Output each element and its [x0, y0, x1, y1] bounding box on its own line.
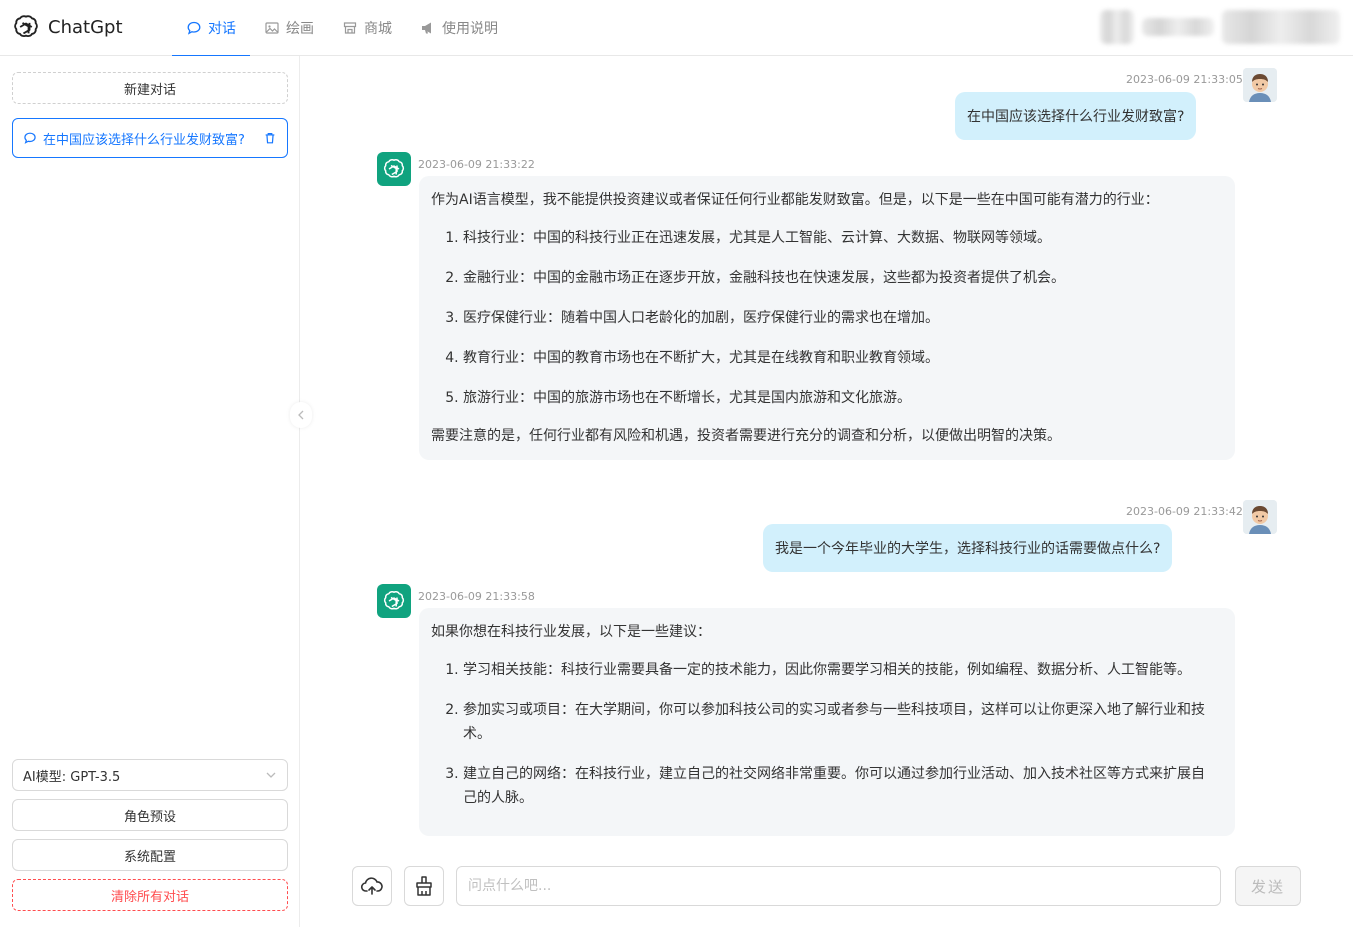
top-header: ChatGpt 对话 绘画 商城 使用说明: [0, 0, 1353, 57]
brand-name: ChatGpt: [48, 16, 123, 38]
chat-icon: [24, 132, 36, 144]
tab-drawing[interactable]: 绘画: [250, 0, 328, 56]
list-item: 教育行业：中国的教育市场也在不断扩大，尤其是在线教育和职业教育领域。: [463, 346, 1215, 370]
clear-all-button[interactable]: 清除所有对话: [12, 879, 288, 911]
message-timestamp: 2023-06-09 21:33:05: [1126, 73, 1243, 86]
broom-icon: [416, 876, 432, 896]
user-info-blurred: [1222, 10, 1340, 44]
user-name-blurred: [1142, 18, 1214, 36]
user-avatar: [1243, 68, 1277, 102]
user-message-text: 在中国应该选择什么行业发财致富?: [967, 109, 1185, 125]
ai-model-select[interactable]: AI模型: GPT-3.5: [12, 759, 288, 791]
message-timestamp: 2023-06-09 21:33:22: [418, 158, 535, 171]
openai-logo-icon: [14, 15, 38, 37]
assistant-message-bubble: 如果你想在科技行业发展，以下是一些建议： 学习相关技能：科技行业需要具备一定的技…: [419, 608, 1235, 836]
list-item: 科技行业：中国的科技行业正在迅速发展，尤其是人工智能、云计算、大数据、物联网等领…: [463, 226, 1215, 250]
image-icon: [265, 22, 279, 34]
trash-icon[interactable]: [263, 131, 277, 145]
upload-button[interactable]: [352, 866, 392, 906]
clear-context-button[interactable]: [404, 866, 444, 906]
user-avatar: [1243, 500, 1277, 534]
system-config-button[interactable]: 系统配置: [12, 839, 288, 871]
brand-logo[interactable]: ChatGpt: [12, 13, 123, 41]
user-avatar-icon: [1243, 68, 1277, 102]
megaphone-icon: [422, 22, 431, 34]
list-item: 建立自己的网络：在科技行业，建立自己的社交网络非常重要。你可以通过参加行业活动、…: [463, 762, 1215, 810]
user-profile-area[interactable]: [1100, 10, 1340, 44]
user-avatar-blurred: [1100, 10, 1134, 44]
store-icon: [343, 22, 357, 34]
list-item: 旅游行业：中国的旅游市场也在不断增长，尤其是国内旅游和文化旅游。: [463, 386, 1215, 410]
assistant-message-bubble: 作为AI语言模型，我不能提供投资建议或者保证任何行业都能发财致富。但是，以下是一…: [419, 176, 1235, 460]
tab-instructions-label: 使用说明: [442, 21, 498, 37]
user-message-bubble: 我是一个今年毕业的大学生，选择科技行业的话需要做点什么?: [763, 524, 1173, 572]
assistant-avatar: [377, 152, 411, 186]
list-item: 金融行业：中国的金融市场正在逐步开放，金融科技也在快速发展，这些都为投资者提供了…: [463, 266, 1215, 290]
new-chat-button[interactable]: 新建对话: [12, 72, 288, 104]
chevron-down-icon: [266, 772, 276, 778]
tab-instructions[interactable]: 使用说明: [406, 0, 512, 56]
ai-model-value: AI模型: GPT-3.5: [23, 769, 121, 785]
main-nav: 对话 绘画 商城 使用说明: [172, 0, 512, 57]
tab-store-label: 商城: [364, 21, 392, 37]
chat-icon: [187, 21, 201, 35]
user-avatar-icon: [1243, 500, 1277, 534]
tab-drawing-label: 绘画: [286, 21, 314, 37]
list-item: 医疗保健行业：随着中国人口老龄化的加剧，医疗保健行业的需求也在增加。: [463, 306, 1215, 330]
message-timestamp: 2023-06-09 21:33:58: [418, 590, 535, 603]
openai-logo-icon: [383, 590, 405, 610]
conversation-item[interactable]: 在中国应该选择什么行业发财致富?: [12, 118, 288, 158]
tab-chat-label: 对话: [208, 21, 236, 37]
list-item: 参加实习或项目：在大学期间，你可以参加科技公司的实习或者参与一些科技项目，这样可…: [463, 698, 1215, 746]
assistant-message-intro: 如果你想在科技行业发展，以下是一些建议：: [431, 624, 711, 640]
chat-messages: 2023-06-09 21:33:05 在中国应该选择什么行业发财致富? 202…: [301, 56, 1353, 853]
chat-input-bar: 发送: [301, 853, 1353, 927]
tab-store[interactable]: 商城: [328, 0, 406, 56]
send-button[interactable]: 发送: [1235, 866, 1301, 906]
list-item: 学习相关技能：科技行业需要具备一定的技术能力，因此你需要学习相关的技能，例如编程…: [463, 658, 1215, 682]
assistant-message-list: 科技行业：中国的科技行业正在迅速发展，尤其是人工智能、云计算、大数据、物联网等领…: [431, 226, 1215, 410]
openai-logo-icon: [383, 158, 405, 178]
tab-chat[interactable]: 对话: [172, 0, 250, 57]
sidebar: 新建对话 在中国应该选择什么行业发财致富? AI模型: GPT-3.5 角色预设…: [0, 56, 300, 927]
assistant-message-intro: 作为AI语言模型，我不能提供投资建议或者保证任何行业都能发财致富。但是，以下是一…: [431, 192, 1159, 208]
conversation-title: 在中国应该选择什么行业发财致富?: [43, 132, 245, 148]
role-preset-button[interactable]: 角色预设: [12, 799, 288, 831]
assistant-avatar: [377, 584, 411, 618]
message-input[interactable]: [456, 866, 1221, 906]
user-message-text: 我是一个今年毕业的大学生，选择科技行业的话需要做点什么?: [775, 541, 1161, 557]
user-message-bubble: 在中国应该选择什么行业发财致富?: [955, 92, 1197, 140]
message-timestamp: 2023-06-09 21:33:42: [1126, 505, 1243, 518]
assistant-message-list: 学习相关技能：科技行业需要具备一定的技术能力，因此你需要学习相关的技能，例如编程…: [431, 658, 1215, 810]
cloud-upload-icon: [360, 877, 383, 895]
assistant-message-outro: 需要注意的是，任何行业都有风险和机遇，投资者需要进行充分的调查和分析，以便做出明…: [431, 428, 1061, 444]
